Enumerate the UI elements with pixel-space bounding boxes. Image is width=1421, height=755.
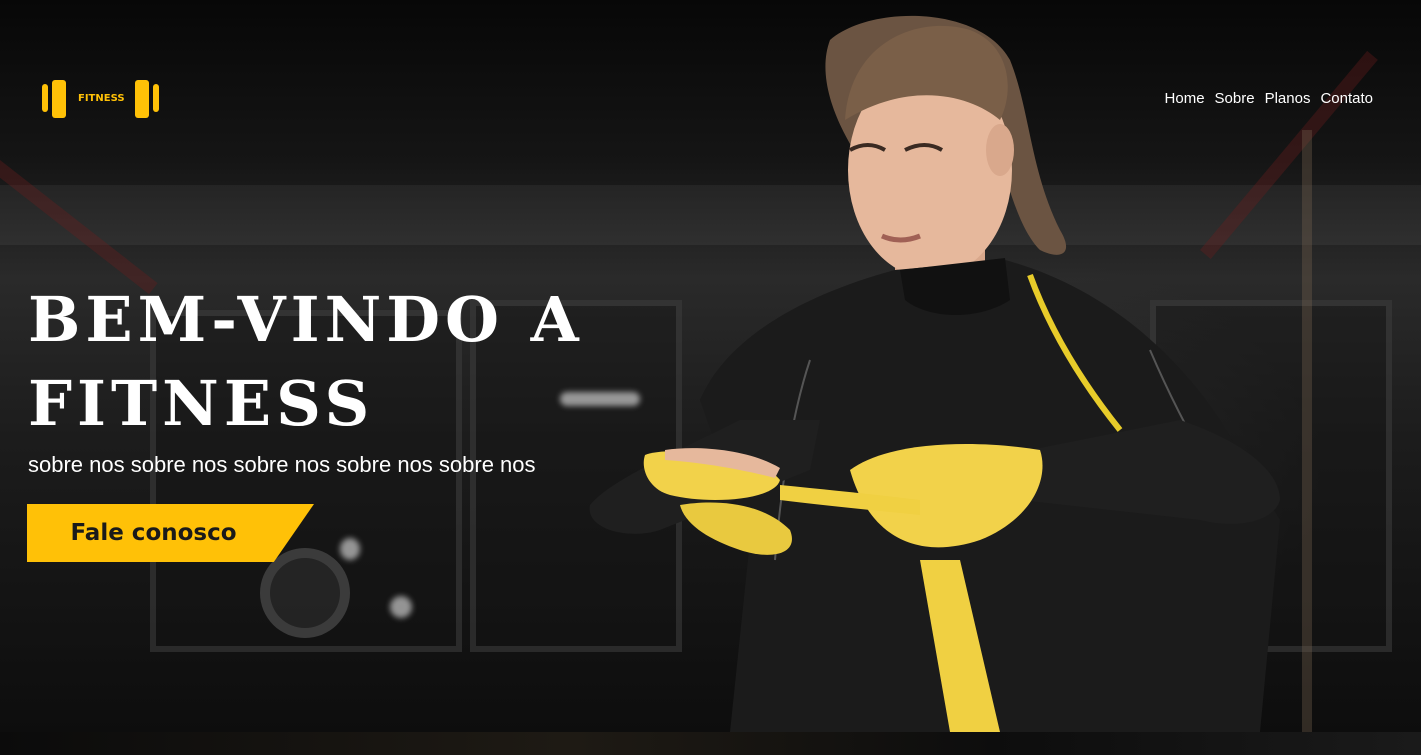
nav-link-sobre[interactable]: Sobre (1215, 90, 1255, 107)
dumbbell-icon-left (42, 84, 48, 112)
nav-link-contato[interactable]: Contato (1320, 90, 1373, 107)
logo-text: FITNESS (78, 93, 125, 104)
hero-headline: BEM-VINDO A FITNESS (28, 283, 584, 440)
hero-subtitle: sobre nos sobre nos sobre nos sobre nos … (28, 452, 536, 477)
main-nav: Home Sobre Planos Contato (1165, 90, 1373, 107)
brand-logo[interactable]: FITNESS (42, 80, 160, 118)
dumbbell-icon-left-plate (52, 80, 66, 118)
nav-link-home[interactable]: Home (1165, 90, 1205, 107)
dumbbell-icon-right (153, 84, 159, 112)
contact-cta-button[interactable]: Fale conosco (27, 504, 314, 562)
dumbbell-icon-right-plate (135, 80, 149, 118)
next-section-edge (0, 732, 1421, 755)
nav-link-planos[interactable]: Planos (1265, 90, 1311, 107)
